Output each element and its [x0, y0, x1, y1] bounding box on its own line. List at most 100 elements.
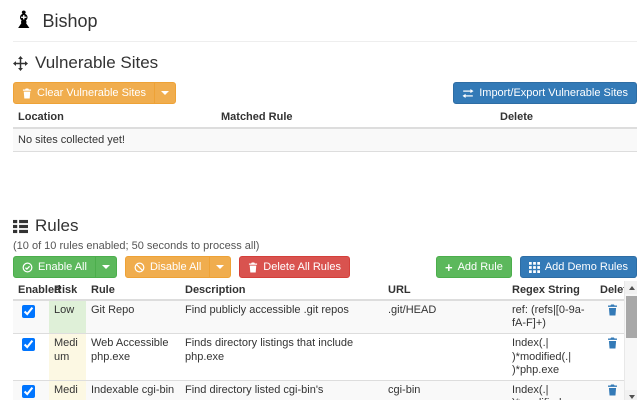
app-title: Bishop	[42, 10, 98, 31]
column-header-rule: Rule	[86, 281, 180, 301]
rule-regex-cell: Index(.| )*modified	[507, 379, 595, 400]
rule-description-cell: Find directory listed cgi-bin's	[180, 379, 383, 400]
add-rule-label: Add Rule	[457, 261, 503, 273]
rule-row: Medium Web Accessible php.exe Finds dire…	[13, 333, 624, 381]
rule-name-cell: Web Accessible php.exe	[86, 333, 180, 381]
rule-delete-cell	[595, 299, 624, 334]
rules-scrollbar[interactable]	[624, 281, 637, 400]
caret-down-icon	[161, 91, 170, 95]
delete-rule-button[interactable]	[607, 337, 618, 353]
add-rule-button[interactable]: + Add Rule	[435, 256, 512, 278]
clear-vulnerable-sites-button[interactable]: Clear Vulnerable Sites	[13, 82, 156, 104]
column-header-description: Description	[180, 281, 383, 301]
rule-risk-cell: Medium	[49, 379, 86, 400]
plus-icon: +	[444, 259, 453, 275]
column-header-regex-string: Regex String	[507, 281, 595, 301]
trash-icon	[22, 88, 32, 98]
column-header-enabled: Enabled	[13, 281, 61, 301]
disable-all-label: Disable All	[149, 261, 202, 273]
rule-row: Low Git Repo Find publicly accessible .g…	[13, 299, 624, 334]
vulnerable-sites-toolbar: Clear Vulnerable Sites Import/Export Vul…	[13, 82, 637, 104]
rules-title: Rules	[35, 216, 79, 235]
import-export-vulnerable-sites-label: Import/Export Vulnerable Sites	[479, 87, 628, 99]
enable-all-label: Enable All	[38, 261, 87, 273]
rules-heading: Rules	[13, 216, 637, 236]
disable-all-caret-button[interactable]	[209, 256, 232, 278]
vulnerable-sites-table: Location Matched Rule Delete No sites co…	[13, 107, 637, 152]
disable-all-button-group: Disable All	[124, 256, 232, 278]
clear-vulnerable-sites-caret-button[interactable]	[154, 82, 177, 104]
rule-enabled-cell	[13, 379, 49, 400]
disable-all-button[interactable]: Disable All	[124, 256, 211, 278]
scrollbar-up-button[interactable]	[625, 281, 637, 294]
vulnerable-sites-heading: Vulnerable Sites	[13, 53, 637, 73]
rule-description-cell: Finds directory listings that include ph…	[180, 333, 383, 381]
rules-section: Rules (10 of 10 rules enabled; 50 second…	[13, 216, 637, 400]
rules-table-container: Enabled Risk Rule Description URL Regex …	[13, 281, 637, 400]
rule-enabled-checkbox[interactable]	[22, 338, 35, 352]
rule-regex-cell: Index(.| )*modified(.| )*php.exe	[507, 333, 595, 381]
th-grid-icon	[528, 261, 540, 273]
rule-delete-cell	[595, 379, 624, 400]
caret-down-icon	[101, 265, 110, 269]
move-icon	[13, 55, 28, 71]
empty-sites-row: No sites collected yet!	[13, 127, 637, 152]
rule-risk-cell: Medium	[49, 333, 86, 381]
rule-row: Medium Indexable cgi-bin Find directory …	[13, 379, 624, 400]
rule-url-cell: .git/HEAD	[383, 299, 507, 334]
vulnerable-sites-header-row: Location Matched Rule Delete	[13, 107, 637, 129]
column-header-url: URL	[383, 281, 507, 301]
rule-regex-cell: ref: (refs|[0-9a-fA-F]+)	[507, 299, 595, 334]
scrollbar-down-button[interactable]	[625, 390, 637, 400]
add-demo-rules-label: Add Demo Rules	[544, 261, 628, 273]
column-header-location: Location	[13, 107, 216, 129]
vulnerable-sites-section: Vulnerable Sites Clear Vulnerable Sites …	[13, 53, 637, 152]
trash-icon	[608, 337, 617, 349]
rules-summary: (10 of 10 rules enabled; 50 seconds to p…	[13, 240, 260, 252]
rule-enabled-checkbox[interactable]	[22, 384, 35, 398]
rule-enabled-cell	[13, 333, 49, 381]
th-list-icon	[13, 219, 28, 233]
app-header: ♝ Bishop	[13, 7, 637, 34]
arrow-up-icon	[628, 285, 635, 290]
rule-name-cell: Indexable cgi-bin	[86, 379, 180, 400]
clear-vulnerable-sites-button-group: Clear Vulnerable Sites	[13, 82, 177, 104]
transfer-icon	[462, 88, 474, 98]
caret-down-icon	[216, 265, 225, 269]
delete-all-rules-label: Delete All Rules	[263, 261, 341, 273]
rules-toolbar: Enable All Disable All Delete All Rules …	[13, 256, 637, 278]
column-header-matched-rule: Matched Rule	[216, 107, 495, 129]
delete-rule-button[interactable]	[607, 384, 618, 400]
delete-all-rules-button[interactable]: Delete All Rules	[239, 256, 350, 278]
enable-all-button-group: Enable All	[13, 256, 117, 278]
import-export-vulnerable-sites-button[interactable]: Import/Export Vulnerable Sites	[453, 82, 637, 104]
rule-description-cell: Find publicly accessible .git repos	[180, 299, 383, 334]
clear-vulnerable-sites-label: Clear Vulnerable Sites	[37, 87, 147, 99]
rule-risk-cell: Low	[49, 299, 86, 334]
rule-delete-cell	[595, 333, 624, 381]
enable-all-button[interactable]: Enable All	[13, 256, 96, 278]
add-demo-rules-button[interactable]: Add Demo Rules	[519, 256, 637, 278]
rules-table-body: Low Git Repo Find publicly accessible .g…	[13, 299, 624, 400]
bishop-chess-icon: ♝	[13, 7, 35, 34]
ban-circle-icon	[134, 262, 145, 272]
rule-enabled-cell	[13, 299, 49, 334]
column-header-delete: Delete	[495, 107, 637, 129]
rule-url-cell: cgi-bin	[383, 379, 507, 400]
header-divider	[13, 41, 637, 42]
vulnerable-sites-title: Vulnerable Sites	[35, 53, 159, 72]
rule-name-cell: Git Repo	[86, 299, 180, 334]
rule-url-cell	[383, 333, 507, 381]
column-header-delete: Delete	[595, 281, 633, 301]
rule-enabled-checkbox[interactable]	[22, 305, 35, 318]
rules-table: Enabled Risk Rule Description URL Regex …	[13, 281, 633, 400]
trash-icon	[608, 304, 617, 316]
arrow-down-icon	[628, 394, 635, 399]
ok-circle-icon	[22, 262, 33, 272]
rules-header-row: Enabled Risk Rule Description URL Regex …	[13, 281, 633, 301]
enable-all-caret-button[interactable]	[94, 256, 117, 278]
column-header-risk: Risk	[49, 281, 86, 301]
scrollbar-thumb[interactable]	[626, 296, 637, 338]
trash-icon	[249, 262, 258, 272]
delete-rule-button[interactable]	[607, 304, 618, 320]
